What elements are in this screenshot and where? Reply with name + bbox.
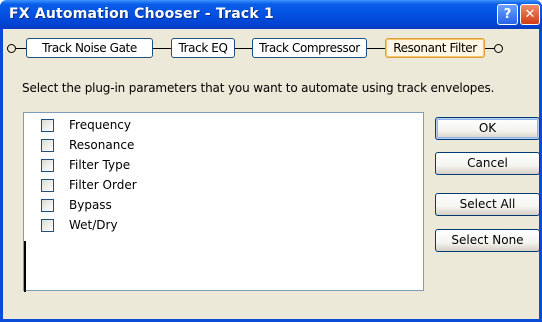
chain-start-node-icon — [7, 44, 16, 53]
select-none-button[interactable]: Select None — [435, 229, 540, 252]
parameter-list[interactable]: Frequency Resonance Filter Type Filter O… — [23, 112, 424, 292]
fx-automation-chooser-window: FX Automation Chooser - Track 1 ? ✕ Trac… — [0, 0, 542, 322]
parameter-label: Frequency — [69, 118, 131, 132]
chain-connector — [16, 48, 26, 49]
instruction-text: Select the plug-in parameters that you w… — [22, 81, 495, 95]
fx-chain: Track Noise Gate Track EQ Track Compress… — [5, 38, 525, 60]
fx-chain-item-noise-gate[interactable]: Track Noise Gate — [26, 38, 153, 58]
checkbox[interactable] — [41, 119, 54, 132]
ok-button[interactable]: OK — [435, 117, 540, 140]
checkbox[interactable] — [41, 199, 54, 212]
chain-connector — [153, 48, 171, 49]
chain-connector — [367, 48, 385, 49]
checkbox[interactable] — [41, 219, 54, 232]
select-all-button[interactable]: Select All — [435, 193, 540, 216]
checkbox[interactable] — [41, 159, 54, 172]
parameter-label: Filter Order — [69, 178, 137, 192]
cancel-button[interactable]: Cancel — [435, 152, 540, 175]
chain-connector — [485, 48, 494, 49]
chain-connector — [235, 48, 252, 49]
parameter-label: Wet/Dry — [69, 218, 118, 232]
parameter-label: Filter Type — [69, 158, 131, 172]
parameter-label: Bypass — [69, 198, 112, 212]
window-title: FX Automation Chooser - Track 1 — [9, 6, 274, 22]
list-focus-marker — [24, 241, 26, 292]
title-bar[interactable]: FX Automation Chooser - Track 1 ? ✕ — [0, 0, 542, 29]
fx-chain-item-resonant-filter[interactable]: Resonant Filter — [385, 38, 485, 58]
chain-end-node-icon — [494, 44, 503, 53]
checkbox[interactable] — [41, 139, 54, 152]
close-icon[interactable]: ✕ — [520, 4, 540, 25]
parameter-label: Resonance — [69, 138, 135, 152]
checkbox[interactable] — [41, 179, 54, 192]
fx-chain-item-compressor[interactable]: Track Compressor — [252, 38, 367, 58]
help-icon[interactable]: ? — [497, 4, 518, 25]
fx-chain-item-eq[interactable]: Track EQ — [171, 38, 235, 58]
